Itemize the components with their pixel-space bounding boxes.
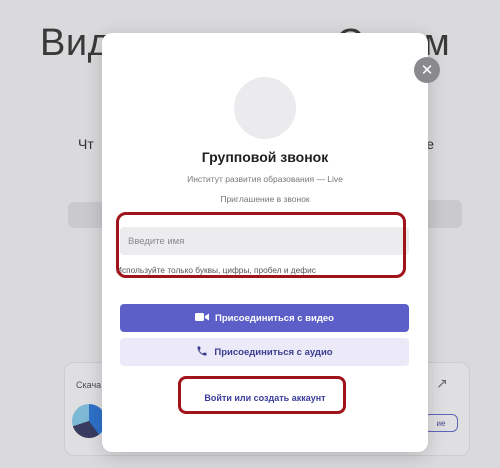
- video-camera-icon: [195, 312, 210, 325]
- join-with-audio-label: Присоединиться с аудио: [214, 346, 333, 358]
- join-with-video-button[interactable]: Присоединиться с видео: [120, 304, 409, 332]
- close-icon[interactable]: ✕: [414, 57, 440, 83]
- avatar: [234, 77, 296, 139]
- highlight-login-link: [178, 376, 346, 414]
- highlight-name-field: [116, 212, 406, 278]
- phone-icon: [196, 345, 208, 360]
- join-with-audio-button[interactable]: Присоединиться с аудио: [120, 338, 409, 366]
- dialog-title: Групповой звонок: [201, 149, 329, 165]
- organization-name: Институт развития образования — Live: [187, 174, 343, 184]
- invitation-text: Приглашение в звонок: [220, 194, 310, 204]
- join-with-video-label: Присоединиться с видео: [215, 312, 334, 324]
